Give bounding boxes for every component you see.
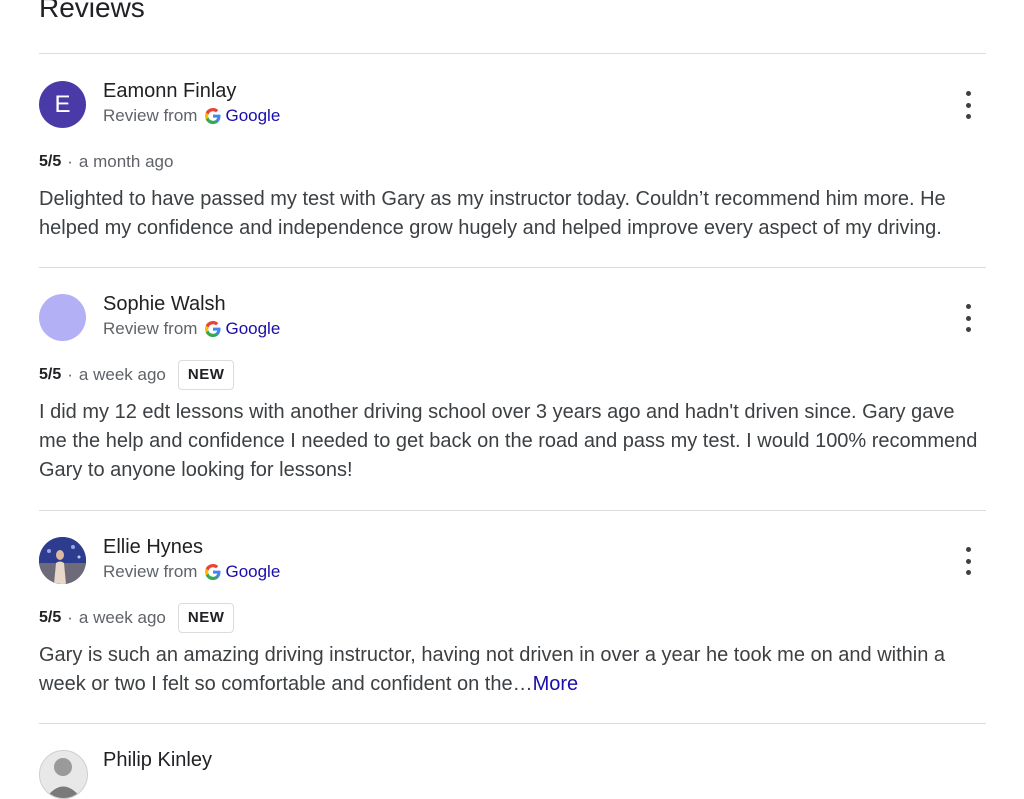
divider	[39, 267, 986, 268]
source-prefix: Review from	[103, 106, 198, 125]
review-source: Review from Google	[103, 318, 280, 340]
source-link[interactable]: Google	[225, 318, 280, 340]
menu-dot	[965, 315, 971, 321]
review-time: a week ago	[78, 365, 166, 384]
more-vert-icon[interactable]	[962, 91, 974, 119]
review-source: Review from Google	[103, 105, 280, 127]
more-link[interactable]: More	[533, 673, 579, 695]
reviewer-name[interactable]: Ellie Hynes	[103, 535, 203, 559]
google-g-icon	[205, 321, 221, 337]
google-g-icon	[205, 108, 221, 124]
menu-dot	[965, 547, 971, 552]
source-link[interactable]: Google	[225, 105, 280, 127]
meta-separator: ·	[67, 365, 73, 384]
more-vert-icon[interactable]	[962, 304, 974, 332]
avatar-letter: E	[54, 90, 71, 118]
review-text-truncated: Gary is such an amazing driving instruct…	[39, 644, 946, 695]
rating: 5/5	[39, 609, 62, 626]
source-link[interactable]: Google	[225, 561, 280, 583]
google-g-icon	[205, 564, 221, 580]
review-source: Review from Google	[103, 561, 280, 583]
menu-dot	[965, 114, 971, 119]
menu-dot	[965, 570, 971, 575]
profile-photo-icon	[46, 758, 81, 798]
rating: 5/5	[39, 366, 62, 383]
review-meta: 5/5 · a week ago NEW	[39, 603, 235, 633]
avatar[interactable]	[39, 537, 86, 584]
divider	[39, 53, 986, 54]
review-meta: 5/5 · a week ago NEW	[39, 360, 235, 390]
reviewer-name[interactable]: Philip Kinley	[103, 748, 212, 772]
meta-separator: ·	[67, 608, 73, 627]
review-time: a week ago	[78, 608, 166, 627]
new-badge: NEW	[177, 603, 235, 633]
meta-separator: ·	[67, 152, 73, 171]
menu-dot	[965, 102, 971, 108]
review-text: Gary is such an amazing driving instruct…	[39, 641, 986, 699]
review-text: I did my 12 edt lessons with another dri…	[39, 401, 978, 481]
menu-dot	[965, 304, 971, 309]
avatar[interactable]: E	[39, 81, 86, 128]
review-meta: 5/5 · a month ago	[39, 147, 173, 177]
avatar[interactable]	[39, 750, 88, 799]
menu-dot	[965, 558, 971, 564]
divider	[39, 510, 986, 511]
review-text: Delighted to have passed my test with Ga…	[39, 188, 946, 239]
menu-dot	[965, 327, 971, 332]
source-prefix: Review from	[103, 562, 198, 581]
source-prefix: Review from	[103, 319, 198, 338]
new-badge: NEW	[177, 360, 235, 390]
reviewer-name[interactable]: Sophie Walsh	[103, 292, 226, 316]
reviewer-name[interactable]: Eamonn Finlay	[103, 79, 236, 103]
avatar[interactable]	[39, 294, 86, 341]
more-vert-icon[interactable]	[962, 547, 974, 575]
rating: 5/5	[39, 153, 62, 170]
profile-photo-icon	[39, 537, 86, 584]
section-title: Reviews	[39, 0, 145, 23]
review-time: a month ago	[78, 152, 174, 171]
divider	[39, 723, 986, 724]
menu-dot	[965, 91, 971, 96]
